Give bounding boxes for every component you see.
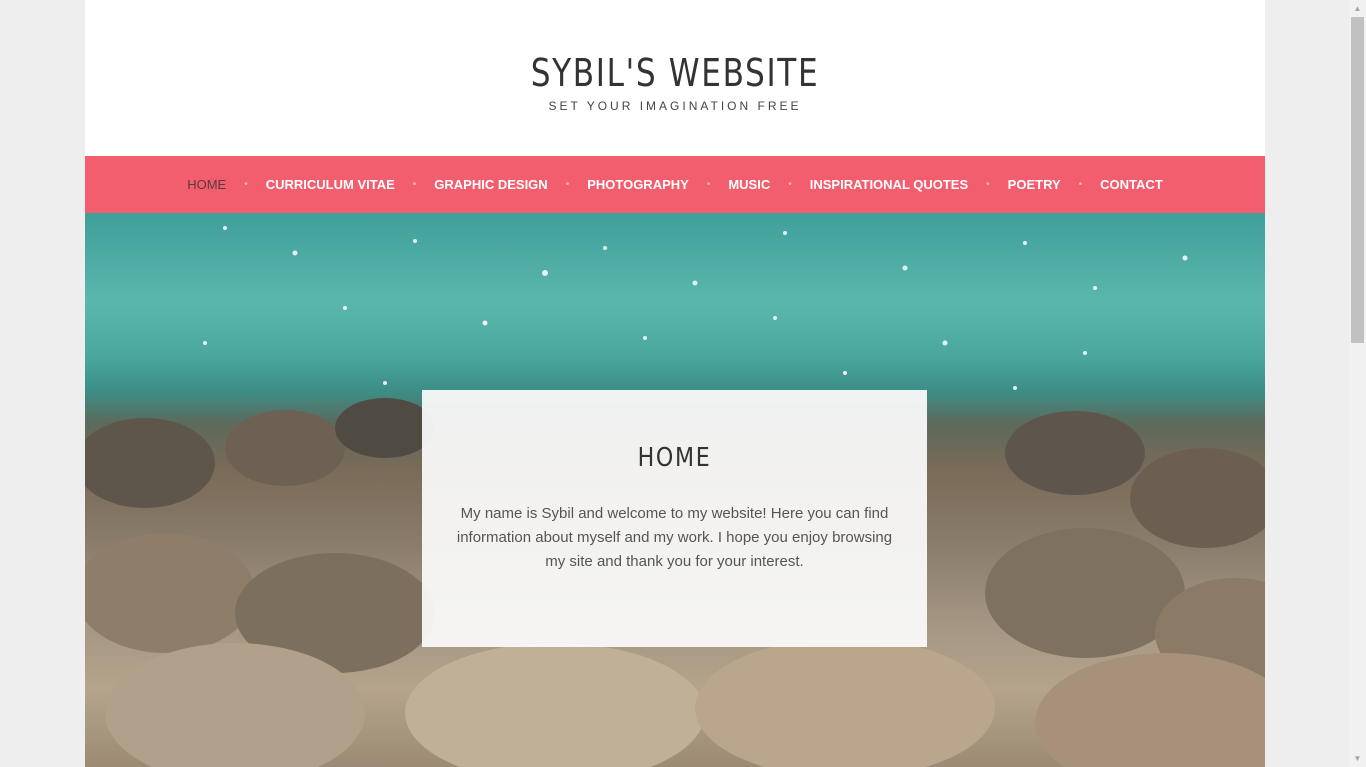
nav-item-label[interactable]: MUSIC bbox=[728, 177, 770, 192]
site-tagline: SET YOUR IMAGINATION FREE bbox=[548, 99, 802, 113]
nav-item-label[interactable]: CONTACT bbox=[1100, 177, 1163, 192]
nav-item-poetry[interactable]: POETRY bbox=[1008, 177, 1061, 192]
nav-item-graphic-design[interactable]: GRAPHIC DESIGN bbox=[434, 177, 547, 192]
nav-list: HOME • CURRICULUM VITAE • GRAPHIC DESIGN… bbox=[187, 177, 1163, 192]
nav-item-music[interactable]: MUSIC bbox=[728, 177, 770, 192]
content-card: HOME My name is Sybil and welcome to my … bbox=[422, 390, 927, 647]
vertical-scrollbar[interactable]: ▲ ▼ bbox=[1349, 0, 1366, 767]
nav-item-label[interactable]: POETRY bbox=[1008, 177, 1061, 192]
scroll-up-arrow-icon[interactable]: ▲ bbox=[1349, 0, 1366, 17]
hero-image: HOME My name is Sybil and welcome to my … bbox=[85, 213, 1265, 767]
scroll-down-arrow-icon[interactable]: ▼ bbox=[1349, 750, 1366, 767]
nav-item-label[interactable]: HOME bbox=[187, 177, 226, 192]
welcome-text: My name is Sybil and welcome to my websi… bbox=[456, 505, 893, 570]
page-container: SYBIL'S WEBSITE SET YOUR IMAGINATION FRE… bbox=[85, 0, 1265, 767]
scroll-thumb[interactable] bbox=[1351, 17, 1364, 343]
nav-separator: • bbox=[1078, 179, 1083, 190]
nav-item-home[interactable]: HOME bbox=[187, 177, 226, 192]
site-header: SYBIL'S WEBSITE SET YOUR IMAGINATION FRE… bbox=[85, 0, 1265, 156]
nav-item-label[interactable]: INSPIRATIONAL QUOTES bbox=[810, 177, 968, 192]
nav-item-label[interactable]: CURRICULUM VITAE bbox=[266, 177, 395, 192]
page-heading: HOME bbox=[637, 443, 712, 473]
nav-separator: • bbox=[412, 179, 417, 190]
main-navigation: HOME • CURRICULUM VITAE • GRAPHIC DESIGN… bbox=[85, 156, 1265, 213]
nav-separator: • bbox=[706, 179, 711, 190]
nav-item-photography[interactable]: PHOTOGRAPHY bbox=[587, 177, 689, 192]
nav-item-inspirational-quotes[interactable]: INSPIRATIONAL QUOTES bbox=[810, 177, 968, 192]
nav-item-contact[interactable]: CONTACT bbox=[1100, 177, 1163, 192]
nav-separator: • bbox=[986, 179, 990, 190]
site-title[interactable]: SYBIL'S WEBSITE bbox=[191, 50, 1159, 96]
nav-separator: • bbox=[788, 179, 792, 190]
nav-item-curriculum-vitae[interactable]: CURRICULUM VITAE bbox=[266, 177, 395, 192]
nav-separator: • bbox=[244, 179, 248, 190]
nav-item-label[interactable]: GRAPHIC DESIGN bbox=[434, 177, 547, 192]
nav-item-label[interactable]: PHOTOGRAPHY bbox=[587, 177, 689, 192]
nav-separator: • bbox=[565, 179, 570, 190]
